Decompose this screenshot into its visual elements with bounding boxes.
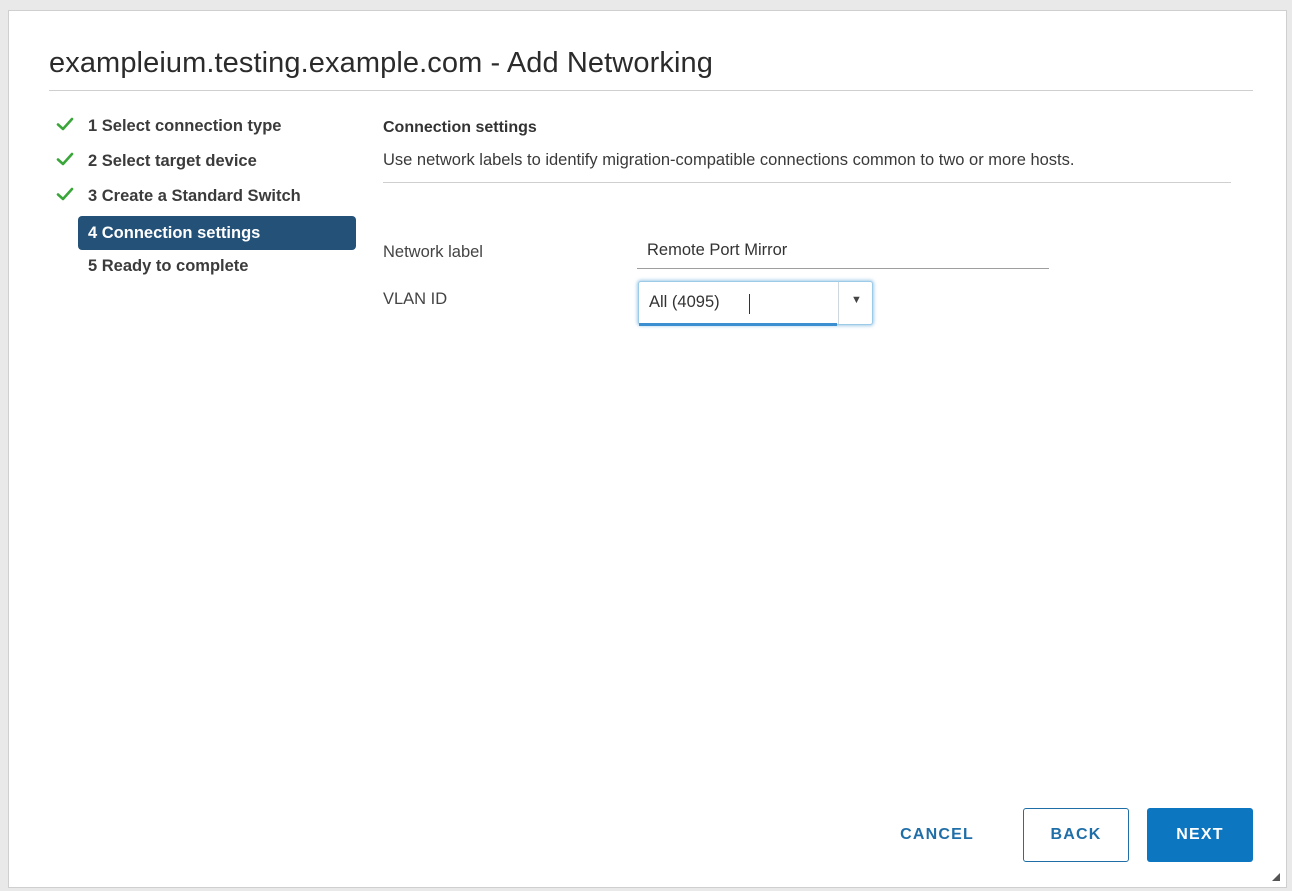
step-label: 3 Create a Standard Switch (88, 187, 301, 205)
checkmark-icon (56, 187, 74, 201)
step-label: 2 Select target device (88, 152, 257, 170)
cancel-button[interactable]: CANCEL (879, 808, 995, 862)
network-label-label: Network label (383, 243, 483, 261)
step-select-connection-type[interactable]: 1 Select connection type (56, 113, 356, 148)
vlan-id-value: All (4095) (649, 293, 720, 311)
select-divider (838, 282, 839, 324)
section-title: Connection settings (383, 119, 537, 136)
vlan-id-select[interactable]: All (4095) ▼ (638, 281, 873, 326)
connection-settings-panel: Connection settings Use network labels t… (383, 111, 1231, 326)
dialog-title: exampleium.testing.example.com - Add Net… (49, 47, 713, 79)
checkmark-icon (56, 152, 74, 166)
step-label: 1 Select connection type (88, 117, 282, 135)
step-label: 5 Ready to complete (88, 257, 249, 275)
text-cursor (749, 294, 750, 314)
next-button[interactable]: NEXT (1147, 808, 1253, 862)
focus-underline (639, 323, 837, 326)
section-description: Use network labels to identify migration… (383, 151, 1075, 169)
section-divider (383, 182, 1231, 183)
wizard-steps: 1 Select connection type 2 Select target… (56, 113, 356, 288)
step-label: 4 Connection settings (78, 216, 356, 250)
step-create-standard-switch[interactable]: 3 Create a Standard Switch (56, 183, 356, 218)
step-select-target-device[interactable]: 2 Select target device (56, 148, 356, 183)
step-ready-to-complete[interactable]: 5 Ready to complete (56, 253, 356, 288)
step-connection-settings[interactable]: 4 Connection settings (56, 216, 356, 253)
dropdown-arrow-icon[interactable]: ▼ (851, 294, 862, 306)
vlan-id-label: VLAN ID (383, 290, 448, 308)
back-button[interactable]: BACK (1023, 808, 1129, 862)
add-networking-dialog: exampleium.testing.example.com - Add Net… (8, 10, 1287, 888)
resize-handle-icon[interactable] (1272, 873, 1280, 881)
title-divider (49, 90, 1253, 91)
network-label-input[interactable] (637, 233, 1049, 269)
checkmark-icon (56, 117, 74, 131)
